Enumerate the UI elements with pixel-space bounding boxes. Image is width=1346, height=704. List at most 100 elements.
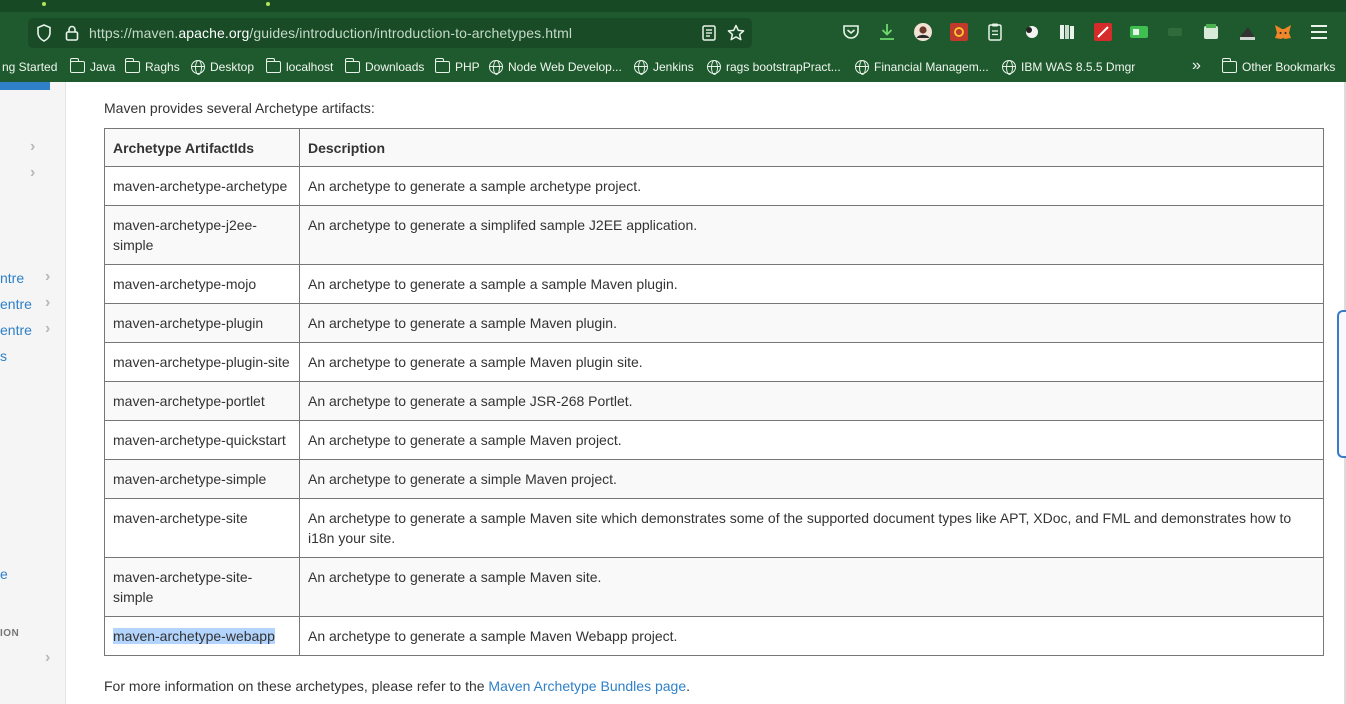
sidebar-link[interactable]: ntre xyxy=(0,270,24,286)
description-cell: An archetype to generate a sample archet… xyxy=(299,166,1324,206)
artifact-id-cell: maven-archetype-site xyxy=(104,498,300,558)
bookmark-desktop[interactable]: Desktop xyxy=(191,60,254,75)
download-icon[interactable] xyxy=(876,21,898,43)
app-menu-icon[interactable] xyxy=(1311,25,1327,39)
table-row: maven-archetype-plugin An archetype to ge… xyxy=(104,303,1324,343)
bookmark-star-icon[interactable] xyxy=(726,23,746,43)
tracking-protection-shield-icon[interactable] xyxy=(34,23,54,43)
scrollbar-thumb[interactable] xyxy=(1337,310,1346,458)
sidebar-link[interactable]: s xyxy=(0,348,7,364)
chevron-right-icon[interactable]: › xyxy=(45,649,50,667)
bookmark-localhost[interactable]: localhost xyxy=(265,58,333,74)
bookmark-jenkins[interactable]: Jenkins xyxy=(634,60,694,75)
artifact-id-text: maven-archetype-simple xyxy=(113,471,267,487)
artifact-id-text: maven-archetype-j2ee-simple xyxy=(113,217,257,253)
reader-view-icon[interactable] xyxy=(700,24,718,42)
sidebar-section-label: ION xyxy=(0,628,20,639)
profile-avatar-icon[interactable] xyxy=(912,21,934,43)
artifact-id-cell: maven-archetype-plugin-site xyxy=(104,342,300,382)
artifact-id-text: maven-archetype-mojo xyxy=(113,276,257,292)
extension-dim-icon[interactable] xyxy=(1164,21,1186,43)
folder-icon xyxy=(434,58,450,73)
chevron-right-icon[interactable]: › xyxy=(30,164,35,182)
description-cell: An archetype to generate a sample Maven … xyxy=(299,498,1324,558)
extension-green-card-icon[interactable] xyxy=(1128,21,1150,43)
chevron-right-icon[interactable]: › xyxy=(45,294,50,312)
library-icon[interactable] xyxy=(1056,21,1078,43)
url-text[interactable]: https://maven.apache.org/guides/introduc… xyxy=(89,25,572,41)
description-cell: An archetype to generate a sample JSR-26… xyxy=(299,381,1324,421)
column-header: Archetype ArtifactIds xyxy=(104,128,300,167)
artifact-id-cell: maven-archetype-j2ee-simple xyxy=(104,205,300,265)
artifact-id-text: maven-archetype-site-simple xyxy=(113,569,253,605)
footer-paragraph: For more information on these archetypes… xyxy=(104,678,691,694)
bookmark-downloads[interactable]: Downloads xyxy=(344,58,424,74)
folder-icon xyxy=(1221,58,1237,73)
active-nav-indicator xyxy=(0,82,50,90)
table-row: maven-archetype-site An archetype to gene… xyxy=(104,498,1324,558)
artifact-id-text: maven-archetype-archetype xyxy=(113,178,288,194)
table-row: maven-archetype-site-simple An archetype … xyxy=(104,557,1324,617)
left-sidebar-nav: › › ntre › entre › entre › s e ION › xyxy=(0,82,66,704)
table-row: maven-archetype-plugin-site An archetype … xyxy=(104,342,1324,382)
pocket-icon[interactable] xyxy=(840,21,862,43)
description-cell: An archetype to generate a sample a samp… xyxy=(299,264,1324,304)
bookmark-node-web-develop[interactable]: Node Web Develop... xyxy=(489,60,622,75)
artifact-id-cell: maven-archetype-webapp xyxy=(104,616,300,656)
chevron-right-icon[interactable]: › xyxy=(45,320,50,338)
globe-icon xyxy=(855,60,869,75)
artifact-id-text: maven-archetype-portlet xyxy=(113,393,265,409)
table-row: maven-archetype-mojo An archetype to gene… xyxy=(104,264,1324,304)
artifact-id-cell: maven-archetype-mojo xyxy=(104,264,300,304)
globe-icon xyxy=(489,60,503,75)
artifact-id-cell: maven-archetype-plugin xyxy=(104,303,300,343)
intro-text: Maven provides several Archetype artifac… xyxy=(104,100,375,116)
sidebar-link[interactable]: entre xyxy=(0,322,32,338)
bookmark-java[interactable]: Java xyxy=(69,58,115,74)
globe-icon xyxy=(191,60,205,75)
bookmarks-overflow-chevron-icon[interactable]: » xyxy=(1192,57,1201,75)
globe-icon xyxy=(634,60,648,75)
sidebar-link[interactable]: entre xyxy=(0,296,32,312)
table-row: maven-archetype-portlet An archetype to g… xyxy=(104,381,1324,421)
maven-archetype-bundles-link[interactable]: Maven Archetype Bundles page xyxy=(488,678,686,694)
extension-sun-icon[interactable] xyxy=(948,21,970,43)
chevron-right-icon[interactable]: › xyxy=(45,268,50,286)
extension-red-tool-icon[interactable] xyxy=(1092,21,1114,43)
artifact-id-text: maven-archetype-quickstart xyxy=(113,432,286,448)
bookmark-rags-bootstrap[interactable]: rags bootstrapPract... xyxy=(707,60,841,75)
artifact-id-cell: maven-archetype-quickstart xyxy=(104,420,300,460)
tab-strip xyxy=(0,0,1346,12)
bookmark-ibm-was[interactable]: IBM WAS 8.5.5 Dmgr xyxy=(1002,60,1135,75)
artifact-id-cell: maven-archetype-simple xyxy=(104,459,300,499)
description-cell: An archetype to generate a sample Maven … xyxy=(299,420,1324,460)
bookmark-getting-started[interactable]: ng Started xyxy=(2,60,57,74)
table-row: maven-archetype-webapp An archetype to ge… xyxy=(104,616,1324,656)
clipboard-icon[interactable] xyxy=(984,21,1006,43)
table-row: maven-archetype-simple An archetype to ge… xyxy=(104,459,1324,499)
artifact-id-text: maven-archetype-site xyxy=(113,510,248,526)
sidebar-link[interactable]: e xyxy=(0,566,8,582)
bookmark-other-bookmarks[interactable]: Other Bookmarks xyxy=(1221,58,1335,74)
chevron-right-icon[interactable]: › xyxy=(30,138,35,156)
table-row: maven-archetype-j2ee-simple An archetype … xyxy=(104,205,1324,265)
description-cell: An archetype to generate a sample Maven … xyxy=(299,303,1324,343)
description-cell: An archetype to generate a simple Maven … xyxy=(299,459,1324,499)
address-bar[interactable]: https://maven.apache.org/guides/introduc… xyxy=(28,18,752,48)
bookmark-php[interactable]: PHP xyxy=(434,58,480,74)
folder-icon xyxy=(124,58,140,73)
artifact-id-text: maven-archetype-webapp xyxy=(113,628,275,644)
extension-ghost-icon[interactable] xyxy=(1020,21,1042,43)
lock-icon[interactable] xyxy=(62,23,82,43)
metamask-fox-icon[interactable] xyxy=(1272,21,1294,43)
bookmark-raghs[interactable]: Raghs xyxy=(124,58,180,74)
extension-box-icon[interactable] xyxy=(1200,21,1222,43)
bookmark-financial-management[interactable]: Financial Managem... xyxy=(855,60,989,75)
globe-icon xyxy=(707,60,721,75)
description-cell: An archetype to generate a sample Maven … xyxy=(299,557,1324,617)
artifact-id-text: maven-archetype-plugin-site xyxy=(113,354,290,370)
extension-scanner-icon[interactable] xyxy=(1236,21,1258,43)
archetypes-table: Archetype ArtifactIds Description maven-… xyxy=(104,128,1324,656)
table-header-row: Archetype ArtifactIds Description xyxy=(104,128,1324,167)
description-cell: An archetype to generate a sample Maven … xyxy=(299,342,1324,382)
